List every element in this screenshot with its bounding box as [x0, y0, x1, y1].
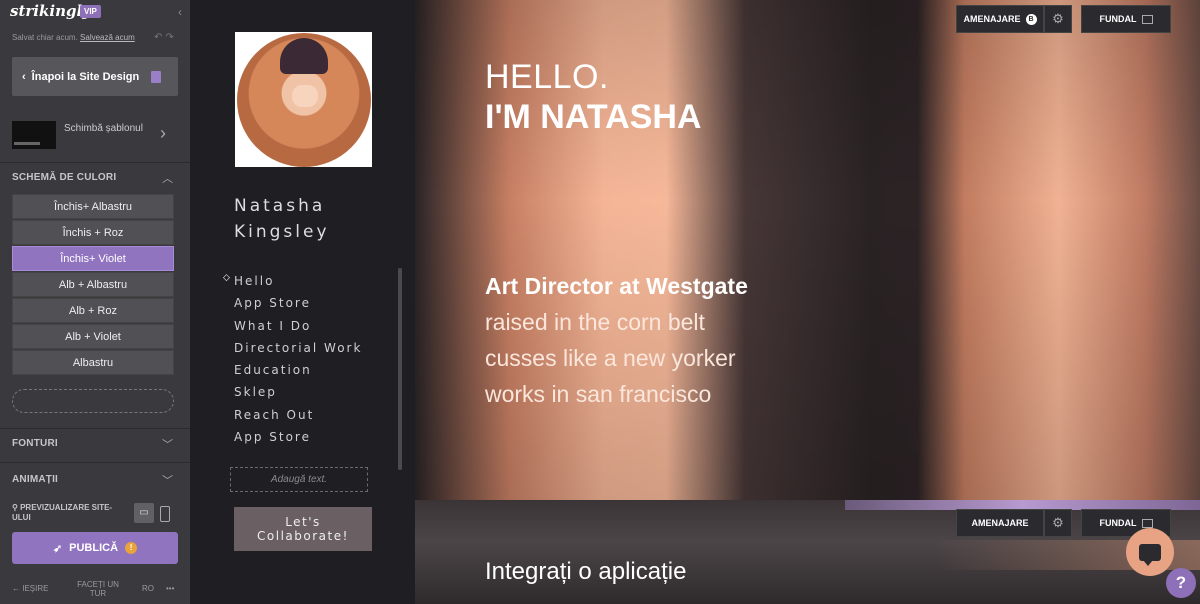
editor-header: strikingly VIP ‹: [0, 0, 190, 30]
hero-subtitle-bold: Art Director at Westgate: [485, 273, 748, 299]
change-template-row[interactable]: Schimbă șablonul ›: [0, 110, 190, 160]
background-label: FUNDAL: [1099, 14, 1137, 24]
nav-item[interactable]: Directorial Work: [234, 337, 362, 359]
nav-scrollbar[interactable]: [398, 268, 402, 470]
scheme-item-active[interactable]: Închis+ Violet: [12, 246, 174, 271]
site-owner-name[interactable]: Natasha Kingsley: [234, 193, 330, 245]
exit-link[interactable]: ← IEȘIRE: [12, 584, 48, 593]
vip-badge: VIP: [80, 5, 101, 18]
custom-scheme-placeholder[interactable]: [12, 389, 174, 413]
warning-icon: !: [125, 542, 138, 554]
collab-line: Let's: [285, 515, 321, 529]
nav-item[interactable]: Sklep: [234, 381, 362, 403]
chevron-down-icon[interactable]: ﹀: [162, 472, 173, 488]
hero-subtitle-line: works in san francisco: [485, 381, 712, 407]
template-thumbnail: [12, 121, 56, 149]
arrange-label: AMENAJARE: [963, 14, 1021, 24]
nav-item[interactable]: App Store: [234, 292, 362, 314]
nav-item[interactable]: What I Do: [234, 315, 362, 337]
divider: [0, 428, 190, 429]
search-icon: ⚲: [12, 503, 21, 512]
save-status: Salvat chiar acum. Salvează acum: [12, 33, 135, 42]
scheme-item[interactable]: Alb + Roz: [12, 298, 174, 323]
chevron-up-icon[interactable]: ︿: [162, 170, 173, 186]
hero-title[interactable]: I'M NATASHA: [485, 98, 701, 137]
exit-label: IEȘIRE: [22, 584, 49, 593]
back-button-label: Înapoi la Site Design: [31, 70, 140, 83]
avatar: [236, 32, 371, 167]
gear-icon[interactable]: ⚙: [1044, 509, 1072, 537]
fonts-title[interactable]: FONTURI: [12, 438, 58, 449]
publish-label: PUBLICĂ: [69, 542, 119, 554]
site-name-line: Kingsley: [234, 222, 330, 242]
animations-title[interactable]: ANIMAȚII: [12, 474, 58, 485]
editor-sidebar: strikingly VIP ‹ Salvat chiar acum. Salv…: [0, 0, 190, 604]
chevron-left-icon: ‹: [22, 70, 26, 83]
gear-icon[interactable]: ⚙: [1044, 5, 1072, 33]
back-to-site-design-button[interactable]: ‹ Înapoi la Site Design: [12, 57, 178, 96]
nav-item[interactable]: Hello: [234, 270, 362, 292]
desktop-icon[interactable]: ▭: [134, 503, 154, 523]
hero-greeting[interactable]: HELLO.: [485, 58, 609, 97]
background-button[interactable]: FUNDAL: [1081, 5, 1171, 33]
divider: [0, 462, 190, 463]
image-icon: [1141, 518, 1153, 528]
chevron-down-icon[interactable]: ﹀: [162, 436, 173, 452]
scheme-item[interactable]: Alb + Albastru: [12, 272, 174, 297]
arrange-badge: B: [1025, 13, 1037, 25]
change-template-label: Schimbă șablonul: [64, 123, 143, 134]
mobile-icon[interactable]: [160, 506, 170, 522]
preview-text: PREVIZUALIZARE SITE-ULUI: [12, 503, 113, 522]
hero-subtitle-line: cusses like a new yorker: [485, 345, 736, 371]
active-nav-marker-icon: ◇: [223, 272, 230, 282]
scheme-item[interactable]: Albastru: [12, 350, 174, 375]
hero-subtitle[interactable]: Art Director at Westgate raised in the c…: [485, 268, 748, 412]
strikingly-logo[interactable]: strikingly: [10, 2, 91, 20]
scheme-item[interactable]: Închis+ Albastru: [12, 194, 174, 219]
integrate-app-title[interactable]: Integrați o aplicație: [485, 558, 686, 586]
nav-item[interactable]: App Store: [234, 426, 362, 448]
color-scheme-title[interactable]: SCHEMĂ DE CULORI: [12, 172, 116, 183]
document-icon: [151, 70, 162, 83]
image-icon: [1141, 14, 1153, 24]
save-now-link[interactable]: Salvează acum: [80, 33, 135, 42]
preview-site-label[interactable]: ⚲ PREVIZUALIZARE SITE-ULUI: [12, 503, 127, 523]
scheme-item[interactable]: Închis + Roz: [12, 220, 174, 245]
tour-link[interactable]: FACEȚI UN TUR: [72, 580, 124, 598]
publish-button[interactable]: ➶ PUBLICĂ !: [12, 532, 178, 564]
hero-subtitle-line: raised in the corn belt: [485, 309, 705, 335]
help-icon[interactable]: ?: [1166, 568, 1196, 598]
nav-item[interactable]: Reach Out: [234, 404, 362, 426]
arrange-button[interactable]: AMENAJARE B: [956, 5, 1044, 33]
saved-text: Salvat chiar acum.: [12, 33, 78, 42]
site-name-line: Natasha: [234, 196, 326, 216]
nav-item[interactable]: Education: [234, 359, 362, 381]
divider: [0, 162, 190, 163]
collapse-sidebar-icon[interactable]: ‹: [178, 5, 182, 19]
add-text-placeholder[interactable]: Adaugă text.: [230, 467, 368, 492]
arrange-button[interactable]: AMENAJARE: [956, 509, 1044, 537]
chat-button[interactable]: [1126, 528, 1174, 576]
language-selector[interactable]: RO: [142, 584, 154, 593]
scheme-item[interactable]: Alb + Violet: [12, 324, 174, 349]
rocket-icon: ➶: [52, 542, 63, 555]
undo-redo-icon[interactable]: ↶↷: [154, 32, 177, 43]
chat-icon: [1139, 543, 1161, 566]
collab-line: Collaborate!: [257, 529, 349, 543]
background-label: FUNDAL: [1099, 518, 1137, 528]
hero-section[interactable]: HELLO. I'M NATASHA Art Director at Westg…: [415, 0, 1200, 500]
profile-photo[interactable]: [235, 32, 372, 167]
site-nav-list: Hello App Store What I Do Directorial Wo…: [234, 270, 362, 448]
arrange-label: AMENAJARE: [971, 518, 1029, 528]
collaborate-button[interactable]: Let's Collaborate!: [234, 507, 372, 551]
color-scheme-list: Închis+ Albastru Închis + Roz Închis+ Vi…: [12, 194, 174, 376]
more-icon[interactable]: •••: [166, 584, 174, 593]
chevron-right-icon: ›: [160, 123, 166, 143]
